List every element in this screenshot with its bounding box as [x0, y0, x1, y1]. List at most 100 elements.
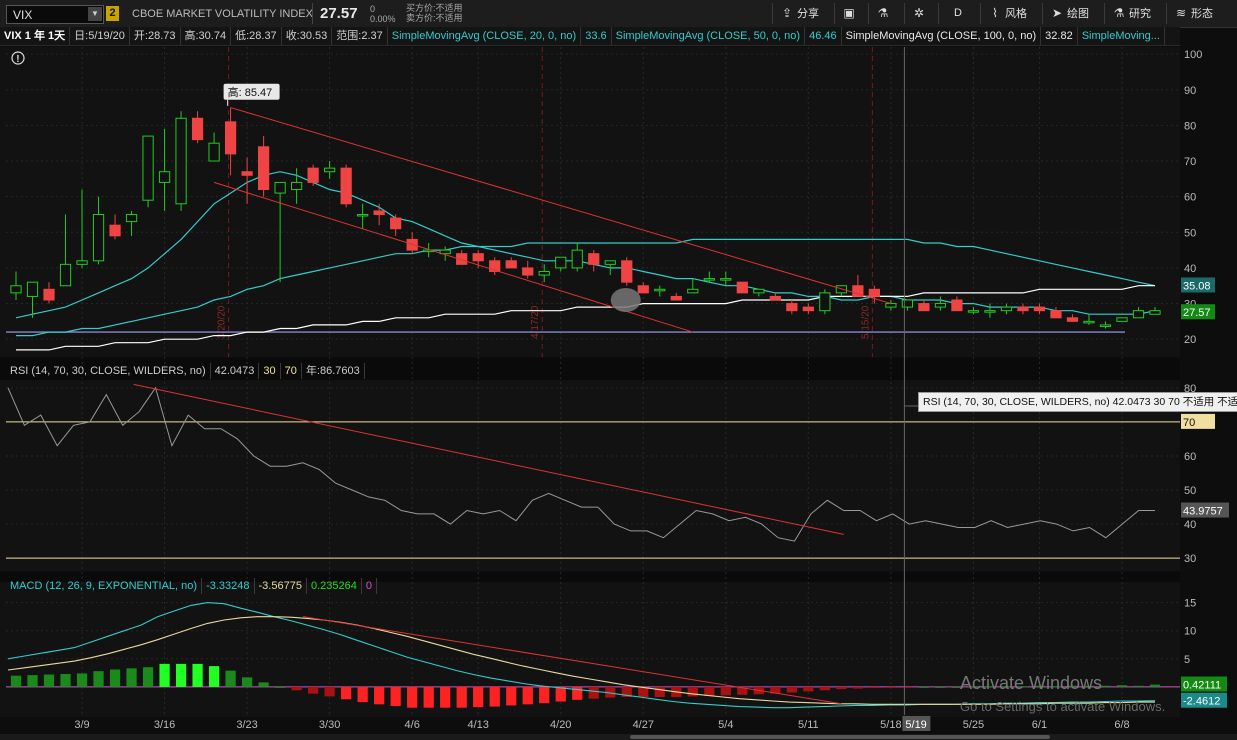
candle-body: [1099, 324, 1112, 327]
divider: [772, 3, 773, 24]
macd-histogram-bar: [109, 669, 121, 687]
candle-body: [390, 217, 402, 230]
macd-histogram-bar: [76, 673, 88, 687]
snapshot-button[interactable]: ▣: [842, 3, 859, 24]
y-tick-label: 50: [1184, 227, 1196, 239]
x-tick-label: 4/13: [467, 719, 488, 731]
rsi-70-tag: 70: [1183, 417, 1195, 429]
candle-body: [1050, 310, 1062, 319]
chart-canvas[interactable]: 3/20/20 4/17/20 5/15/20 3/9 3/16 3/23 3/30 4/6…: [0, 45, 1237, 735]
rsi-overbought: 70: [281, 363, 302, 379]
macd-histogram-bar: [159, 663, 170, 687]
x-tick-label: 4/27: [633, 719, 654, 731]
candle-body: [307, 167, 319, 183]
studies-button[interactable]: ⚗ 研究: [1112, 3, 1151, 24]
y-tick-label: 30: [1184, 553, 1196, 565]
patterns-icon: ≋: [1175, 6, 1187, 20]
share-button[interactable]: ⇪ 分享: [780, 3, 819, 24]
candle-body: [76, 260, 88, 265]
sma20-label[interactable]: SimpleMovingAvg (CLOSE, 20, 0, no): [388, 27, 582, 45]
macd-histogram-bar: [274, 686, 286, 688]
y-tick-label: 40: [1184, 263, 1196, 275]
candle-body: [1116, 317, 1128, 322]
macd-histogram-bar: [687, 686, 698, 697]
macd-header: MACD (12, 26, 9, EXPONENTIAL, no) -3.3324…: [6, 578, 377, 594]
x-tick-label: 5/25: [963, 719, 984, 731]
candle-body: [588, 253, 600, 265]
macd-histogram-bar: [654, 686, 665, 698]
candle-body: [522, 267, 534, 276]
cursor-date: 5/19: [905, 719, 926, 731]
candle-body: [934, 303, 947, 308]
horizontal-scrollbar[interactable]: [0, 734, 1237, 740]
macd-histogram-bar: [308, 686, 319, 694]
patterns-button[interactable]: ≋ 形态: [1174, 3, 1213, 24]
bid-ask: 买方价:不适用 卖方价:不适用: [406, 3, 463, 23]
macd-histogram-bar: [836, 686, 847, 690]
chevron-down-icon[interactable]: ▼: [88, 7, 102, 21]
x-tick-label: 3/9: [74, 719, 89, 731]
macd-histogram-bar: [126, 668, 137, 687]
macd-histogram-bar: [555, 686, 566, 702]
gear-icon: ✲: [913, 6, 925, 20]
link-badge[interactable]: 2: [106, 6, 119, 21]
macd-histogram-bar: [506, 686, 517, 706]
sma-extra-label[interactable]: SimpleMoving...: [1078, 27, 1165, 45]
style-button[interactable]: ⌇ 风格: [988, 3, 1027, 24]
flask-button[interactable]: ⚗: [876, 3, 893, 24]
candle-body: [654, 288, 666, 292]
divider: [904, 3, 905, 24]
candle-body: [538, 270, 550, 276]
macd-histogram-bar: [324, 686, 335, 697]
sma-price-tag: 35.08: [1183, 280, 1211, 292]
sma100-label[interactable]: SimpleMovingAvg (CLOSE, 100, 0, no): [842, 27, 1042, 45]
candle-body: [571, 249, 583, 269]
period-button[interactable]: D: [954, 3, 962, 24]
high-value: 高:30.74: [181, 27, 232, 45]
macd-histogram-bar: [440, 686, 451, 708]
candle-body: [984, 310, 996, 313]
settings-button[interactable]: ✲: [912, 3, 929, 24]
candle-body: [868, 288, 880, 297]
y-tick-label: 5: [1184, 654, 1190, 666]
candle-body: [1066, 317, 1079, 322]
macd-histogram-bar: [357, 686, 368, 703]
ask-label: 卖方价:不适用: [406, 13, 463, 23]
candle-body: [967, 310, 980, 313]
candle-body: [373, 210, 385, 215]
macd-value: -3.33248: [202, 578, 255, 594]
symbol-input[interactable]: VIX ▼: [6, 5, 104, 24]
candle-body: [720, 278, 732, 281]
divider: [868, 3, 869, 24]
candle-body: [257, 146, 270, 191]
candle-body: [10, 285, 22, 294]
candle-body: [1132, 310, 1145, 319]
candle-body: [324, 167, 336, 173]
rsi-value: 42.0473: [211, 363, 260, 379]
symbol-text: VIX: [13, 8, 33, 22]
y-tick-label: 60: [1184, 451, 1196, 463]
chart-header[interactable]: VIX 1 年 1天: [0, 27, 71, 45]
style-icon: ⌇: [992, 6, 998, 20]
watermark-subtitle: Go to Settings to activate Windows.: [960, 699, 1166, 714]
alert-icon: !: [16, 54, 19, 65]
candle-body: [753, 288, 765, 294]
scrollbar-thumb[interactable]: [630, 735, 1050, 739]
macd-histogram-bar: [819, 686, 830, 691]
sma50-label[interactable]: SimpleMovingAvg (CLOSE, 50, 0, no): [612, 27, 806, 45]
net-change: 0 0.00%: [370, 4, 396, 24]
flask-icon: ⚗: [877, 6, 889, 20]
macd-histogram-bar: [720, 686, 731, 696]
last-price: 27.57: [320, 5, 358, 22]
candle-body: [43, 288, 55, 301]
y-tick-label: 15: [1184, 598, 1196, 610]
watermark-title: Activate Windows: [960, 673, 1103, 693]
macd-histogram-bar: [1149, 684, 1161, 687]
macd-label[interactable]: MACD (12, 26, 9, EXPONENTIAL, no): [6, 578, 203, 594]
macd-histogram-bar: [918, 686, 930, 688]
rsi-label[interactable]: RSI (14, 70, 30, CLOSE, WILDERS, no): [6, 363, 211, 379]
macd-histogram-bar: [10, 675, 22, 687]
drawing-button[interactable]: ➤ 绘图: [1050, 3, 1089, 24]
cursor-icon: ➤: [1051, 6, 1063, 20]
macd-histogram-bar: [522, 686, 533, 705]
